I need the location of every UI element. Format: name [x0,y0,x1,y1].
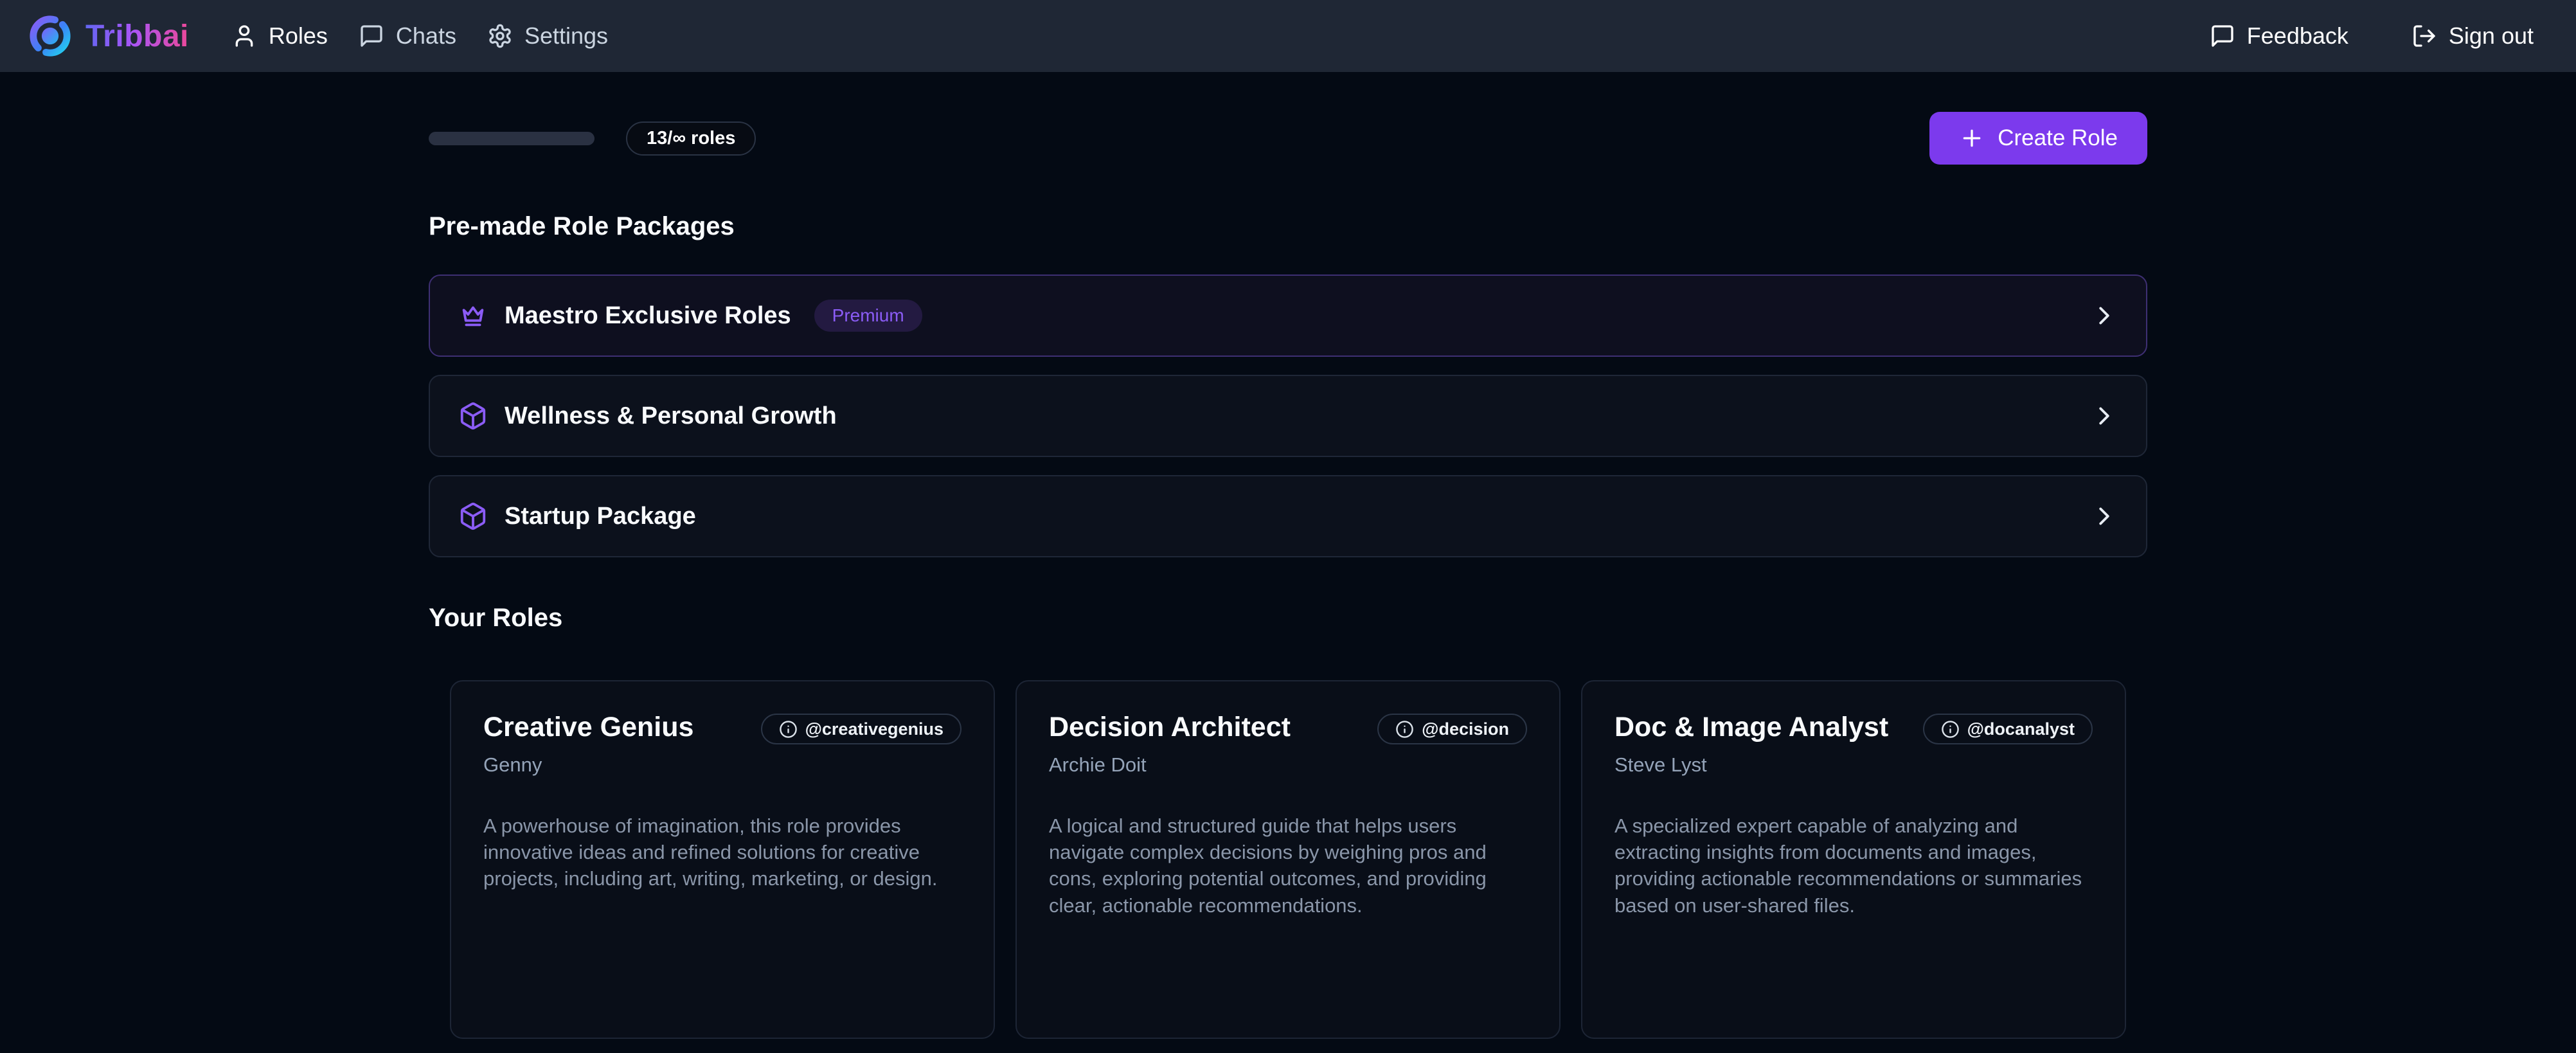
role-subtitle: Steve Lyst [1614,753,2093,777]
role-title: Decision Architect [1049,712,1291,742]
user-icon [231,23,257,49]
sign-out-button[interactable]: Sign out [2408,16,2537,56]
role-subtitle: Genny [483,753,962,777]
package-name: Startup Package [505,503,696,530]
card-header: Doc & Image Analyst @docanalyst [1614,712,2093,744]
card-header: Creative Genius @creativegenius [483,712,962,744]
chevron-right-icon [2089,501,2119,531]
card-header: Decision Architect @decision [1049,712,1527,744]
nav-item-chats[interactable]: Chats [355,16,460,56]
package-row-wellness[interactable]: Wellness & Personal Growth [429,375,2147,457]
nav-label: Roles [269,22,328,50]
package-list: Maestro Exclusive Roles Premium Wellness… [429,274,2147,557]
sign-out-icon [2411,23,2437,49]
roles-progress-bar [429,132,595,145]
role-title: Doc & Image Analyst [1614,712,1888,742]
role-card-doc-image-analyst[interactable]: Doc & Image Analyst @docanalyst Steve Ly… [1581,680,2126,1039]
role-handle: @decision [1422,719,1509,739]
chat-icon [359,23,384,49]
role-handle-badge[interactable]: @docanalyst [1923,714,2093,744]
package-icon [458,501,488,531]
role-subtitle: Archie Doit [1049,753,1527,777]
info-icon [1941,720,1960,739]
create-role-label: Create Role [1998,125,2118,151]
roles-count-badge: 13/∞ roles [626,122,756,156]
package-name: Maestro Exclusive Roles [505,302,791,330]
role-card-decision-architect[interactable]: Decision Architect @decision Archie Doit… [1015,680,1561,1039]
role-handle-badge[interactable]: @decision [1377,714,1527,744]
premium-badge: Premium [814,300,922,332]
main-content: 13/∞ roles Create Role Pre-made Role Pac… [429,112,2147,1053]
package-icon [458,401,488,431]
nav-label: Settings [524,22,608,50]
role-description: A logical and structured guide that help… [1049,813,1527,919]
package-name: Wellness & Personal Growth [505,402,837,430]
nav-right: Feedback Sign out [2206,16,2537,56]
plus-icon [1959,125,1985,151]
nav-label: Chats [396,22,456,50]
sign-out-label: Sign out [2449,22,2534,50]
roles-toolbar: 13/∞ roles Create Role [429,112,2147,165]
feedback-label: Feedback [2247,22,2348,50]
nav-item-roles[interactable]: Roles [228,16,332,56]
role-description: A powerhouse of imagination, this role p… [483,813,962,892]
packages-section-title: Pre-made Role Packages [429,212,2147,241]
info-icon [1395,720,1414,739]
role-title: Creative Genius [483,712,693,742]
package-row-startup[interactable]: Startup Package [429,475,2147,557]
your-roles-section-title: Your Roles [429,604,2147,633]
feedback-button[interactable]: Feedback [2206,16,2352,56]
role-cards-grid: Creative Genius @creativegenius Genny A … [429,680,2147,1053]
role-description: A specialized expert capable of analyzin… [1614,813,2093,919]
top-navbar: Tribbai Roles Chats Settings [0,0,2576,72]
feedback-icon [2210,23,2235,49]
package-row-maestro[interactable]: Maestro Exclusive Roles Premium [429,274,2147,357]
primary-nav: Roles Chats Settings [228,16,612,56]
brand-logo[interactable]: Tribbai [26,12,189,60]
tribbai-logo-icon [26,12,74,60]
create-role-button[interactable]: Create Role [1929,112,2147,165]
role-handle-badge[interactable]: @creativegenius [761,714,962,744]
role-handle: @docanalyst [1967,719,2075,739]
chevron-right-icon [2089,401,2119,431]
brand-name: Tribbai [85,19,189,54]
chevron-right-icon [2089,301,2119,330]
nav-item-settings[interactable]: Settings [483,16,612,56]
gear-icon [487,23,513,49]
role-handle: @creativegenius [805,719,944,739]
info-icon [779,720,798,739]
crown-icon [458,301,488,330]
role-card-creative-genius[interactable]: Creative Genius @creativegenius Genny A … [450,680,995,1039]
